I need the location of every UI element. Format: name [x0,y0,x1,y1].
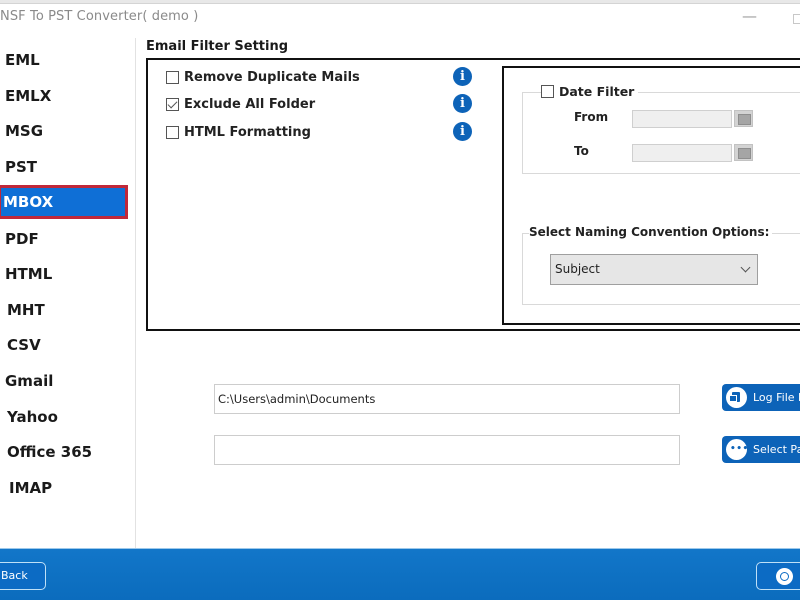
back-button[interactable]: Back [0,562,46,590]
from-label: From [574,110,609,124]
sidebar-item-emlx[interactable]: EMLX [5,79,135,113]
info-icon[interactable]: i [453,67,472,86]
calendar-icon[interactable] [734,144,753,161]
html-formatting-label: HTML Formatting [184,124,311,140]
more-dots-icon: ••• [726,439,748,460]
sidebar-item-gmail[interactable]: Gmail [5,364,135,398]
log-path-input[interactable]: C:\Users\admin\Documents [214,384,680,414]
to-date-input[interactable] [632,144,732,162]
naming-convention-label: Select Naming Convention Options: [529,225,773,239]
remove-duplicate-option[interactable]: Remove Duplicate Mails [166,67,360,87]
sidebar-item-office365[interactable]: Office 365 [7,435,137,469]
lifebuoy-icon [776,568,793,585]
email-filter-panel: Remove Duplicate Mails i Exclude All Fol… [146,58,800,331]
html-formatting-checkbox[interactable] [166,125,179,139]
chevron-down-icon [740,262,751,273]
calendar-icon[interactable] [734,110,753,127]
email-filter-title: Email Filter Setting [146,39,289,54]
html-formatting-option[interactable]: HTML Formatting [166,122,311,142]
date-filter-option[interactable]: Date Filter [541,84,639,99]
help-button[interactable] [756,562,800,590]
sidebar-item-msg[interactable]: MSG [5,114,135,148]
sidebar-item-imap[interactable]: IMAP [9,471,139,505]
maximize-button[interactable] [793,14,800,24]
naming-convention-select[interactable]: Subject [550,254,758,285]
from-date-input[interactable] [632,110,732,128]
exclude-folder-checkbox[interactable] [166,97,179,111]
log-file-icon [726,387,747,408]
info-icon[interactable]: i [453,122,472,141]
remove-duplicate-label: Remove Duplicate Mails [184,69,360,85]
naming-convention-group: Select Naming Convention Options: Subjec… [522,225,800,305]
sidebar-item-csv[interactable]: CSV [7,328,137,362]
minimize-button[interactable]: — [742,7,757,25]
to-label: To [574,144,589,158]
destination-path-input[interactable] [214,435,680,465]
date-filter-label: Date Filter [559,84,635,99]
select-path-label: Select Path [753,443,800,456]
footer-bar: Back [0,548,800,600]
exclude-folder-label: Exclude All Folder [184,96,316,112]
title-bar: NSF To PST Converter( demo ) — [0,4,800,34]
info-icon[interactable]: i [453,94,472,113]
sidebar-item-mht[interactable]: MHT [7,293,137,327]
sidebar-item-pst[interactable]: PST [5,150,135,184]
sidebar: EML EMLX MSG PST MBOX PDF HTML MHT CSV G… [0,38,136,548]
remove-duplicate-checkbox[interactable] [166,70,179,84]
sidebar-item-yahoo[interactable]: Yahoo [7,400,137,434]
log-file-path-button[interactable]: Log File Path [722,384,800,411]
date-filter-group: Date Filter From To [522,84,800,174]
exclude-folder-option[interactable]: Exclude All Folder [166,94,315,114]
select-path-button[interactable]: ••• Select Path [722,436,800,463]
sidebar-item-pdf[interactable]: PDF [5,222,135,256]
log-file-path-label: Log File Path [753,391,800,404]
date-filter-checkbox[interactable] [541,85,554,98]
sidebar-item-mbox[interactable]: MBOX [0,185,128,219]
window-title: NSF To PST Converter( demo ) [0,9,199,24]
sidebar-item-html[interactable]: HTML [5,257,135,291]
filter-options-panel: Date Filter From To Select Naming Conven… [502,66,800,325]
sidebar-item-eml[interactable]: EML [5,43,135,77]
naming-selected-value: Subject [555,262,600,276]
